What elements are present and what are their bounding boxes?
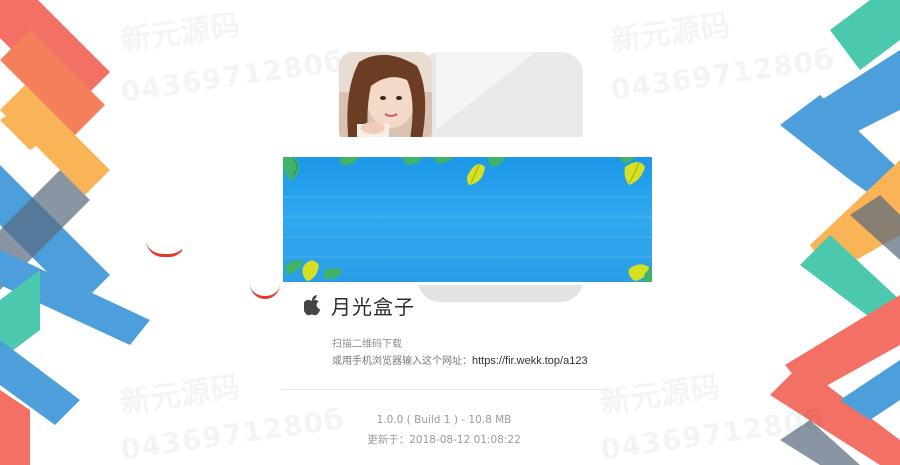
update-time: 更新于：2018-08-12 01:08:22 <box>367 434 521 446</box>
app-banner <box>283 157 652 282</box>
phone-fold <box>436 52 536 130</box>
app-name: 月光盒子 <box>331 294 415 319</box>
avatar-image <box>339 52 432 145</box>
apple-icon <box>302 294 321 316</box>
browser-hint-text: 或用手机浏览器输入这个网址： <box>332 356 472 367</box>
version-info: 1.0.0 ( Build 1 ) - 10.8 MB <box>376 414 512 426</box>
download-url-link[interactable]: https://fir.wekk.top/a123 <box>472 355 588 367</box>
app-avatar <box>339 52 432 145</box>
scan-qr-label: 扫描二维码下载 <box>332 339 402 350</box>
browser-url-hint: 或用手机浏览器输入这个网址：https://fir.wekk.top/a123 <box>332 352 588 367</box>
download-page: 新元源码 0436971280б 新元源码 0436971280б 新元源码 0… <box>0 0 900 465</box>
banner-leaves <box>283 157 652 282</box>
app-title-row: 月光盒子 <box>302 290 415 320</box>
divider <box>282 389 606 390</box>
